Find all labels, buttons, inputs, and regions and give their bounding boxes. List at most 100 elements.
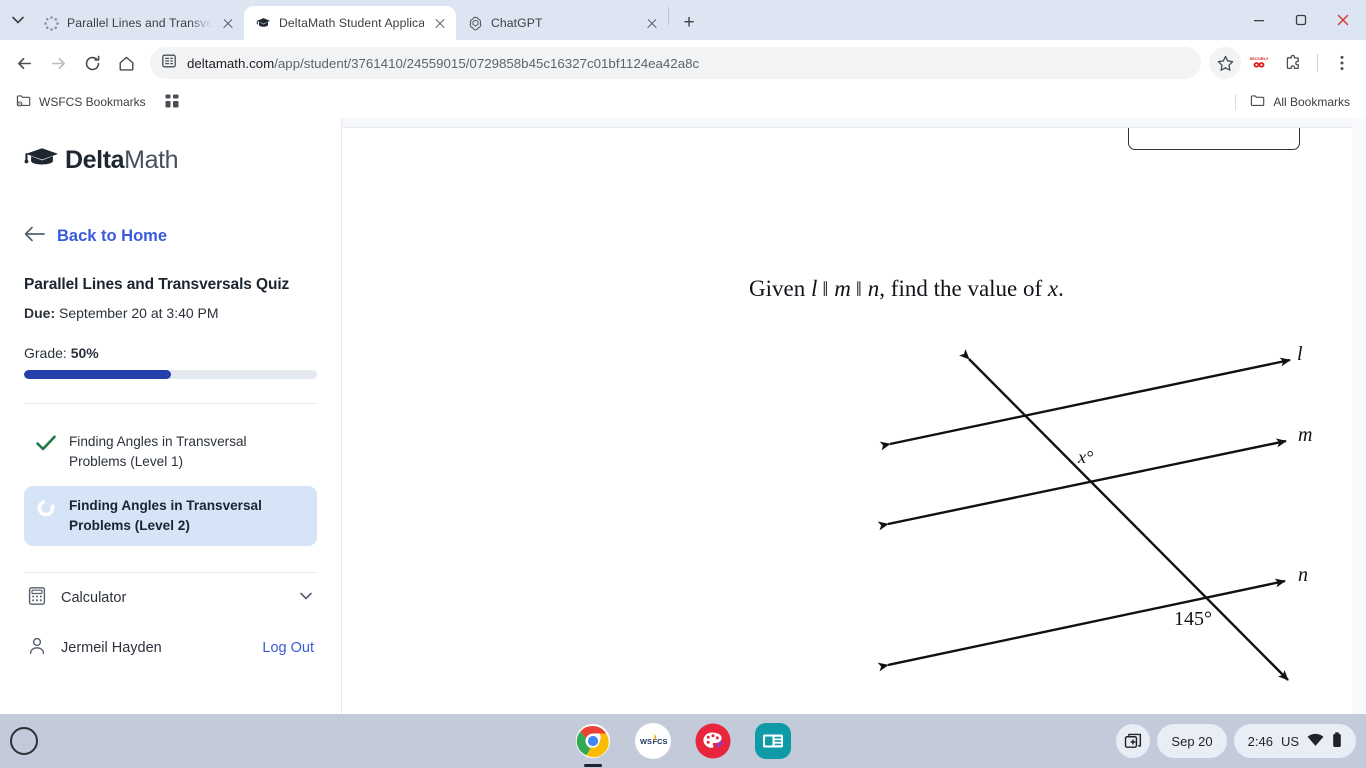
page-scrollbar[interactable] — [1352, 118, 1366, 714]
tab-title: ChatGPT — [491, 16, 543, 30]
date-tray[interactable]: Sep 20 — [1157, 724, 1227, 758]
chromeos-shelf: WS FCS Sep 20 2:46 US — [0, 714, 1366, 768]
browser-tab-2[interactable]: ChatGPT — [456, 6, 668, 40]
svg-text:SECURLY: SECURLY — [1250, 56, 1269, 61]
tab-strip: Parallel Lines and Transversals DeltaMat… — [0, 0, 1366, 40]
browser-tab-0[interactable]: Parallel Lines and Transversals — [32, 6, 244, 40]
url-domain: deltamath.com — [187, 55, 275, 71]
securly-extension-icon[interactable]: SECURLY — [1243, 47, 1275, 79]
task-list: Finding Angles in Transversal Problems (… — [24, 422, 317, 547]
due-value: September 20 at 3:40 PM — [59, 305, 219, 321]
wsfcs-icon[interactable]: WS FCS — [635, 723, 671, 759]
battery-icon — [1332, 731, 1342, 751]
label-m: m — [1298, 424, 1312, 446]
close-icon[interactable] — [1322, 4, 1364, 36]
question-period: . — [1058, 276, 1064, 301]
due-date: Due: September 20 at 3:40 PM — [24, 305, 317, 321]
toolbar-right-icons: SECURLY — [1209, 47, 1358, 79]
bookmarks-bar-right: All Bookmarks — [1235, 90, 1356, 115]
shelf-locale: US — [1280, 733, 1299, 749]
omnibox[interactable]: deltamath.com/app/student/3761410/245590… — [150, 47, 1201, 79]
home-icon[interactable] — [110, 47, 142, 79]
question-suffix: , find the value of — [879, 276, 1043, 301]
arrow-left-icon — [24, 225, 46, 248]
parallel-line-l — [879, 357, 1291, 451]
all-bookmarks-label: All Bookmarks — [1273, 95, 1350, 109]
back-to-home-link[interactable]: Back to Home — [24, 225, 317, 248]
svg-text:WS: WS — [640, 737, 652, 746]
screen-capture-icon[interactable] — [1116, 724, 1151, 758]
task-label: Finding Angles in Transversal Problems (… — [69, 434, 247, 470]
back-to-home-label: Back to Home — [57, 227, 168, 245]
minimize-icon[interactable] — [1238, 4, 1280, 36]
paint-app-icon[interactable] — [695, 723, 731, 759]
bookmark-apps-grid[interactable] — [158, 90, 186, 115]
user-icon — [27, 636, 47, 660]
reload-icon[interactable] — [76, 47, 108, 79]
tab-search-button[interactable] — [4, 0, 32, 40]
user-name: Jermeil Hayden — [61, 640, 162, 657]
extensions-puzzle-icon[interactable] — [1277, 47, 1309, 79]
deltamath-logo[interactable]: DeltaMath — [24, 118, 317, 176]
tab-title: DeltaMath Student Application — [279, 16, 424, 30]
bookmark-label: WSFCS Bookmarks — [39, 95, 146, 109]
toolbar-divider — [1317, 54, 1318, 72]
browser-toolbar: deltamath.com/app/student/3761410/245590… — [0, 40, 1366, 86]
chrome-menu-icon[interactable] — [1326, 47, 1358, 79]
browser-window: Parallel Lines and Transversals DeltaMat… — [0, 0, 1366, 714]
browser-tab-1[interactable]: DeltaMath Student Application — [244, 6, 456, 40]
sidebar-divider-top — [24, 403, 317, 404]
url-path: /app/student/3761410/24559015/0729858b45… — [274, 55, 700, 71]
system-tray: Sep 20 2:46 US — [1116, 724, 1356, 758]
sidebar: DeltaMath Back to Home Parallel Lines an… — [0, 118, 342, 714]
grade-progress-fill — [24, 370, 171, 379]
chevron-down-icon[interactable] — [298, 588, 314, 608]
grade-value: 50% — [70, 345, 99, 361]
shelf-date: Sep 20 — [1171, 733, 1213, 749]
tab-divider — [668, 7, 669, 25]
parallel-line-n — [877, 578, 1286, 672]
tab-title: Parallel Lines and Transversals — [67, 16, 212, 30]
grade-row: Grade: 50% — [24, 345, 317, 361]
launcher-icon[interactable] — [10, 727, 38, 755]
address-bar-text: deltamath.com/app/student/3761410/245590… — [187, 56, 699, 71]
new-tab-button[interactable]: + — [675, 9, 703, 37]
all-bookmarks-button[interactable]: All Bookmarks — [1244, 90, 1356, 115]
logo-light: Math — [124, 145, 179, 174]
forward-icon[interactable] — [42, 47, 74, 79]
question-line-m: m — [834, 276, 851, 301]
back-icon[interactable] — [8, 47, 40, 79]
bookmark-star-icon[interactable] — [1209, 47, 1241, 79]
logo-text: DeltaMath — [65, 145, 179, 175]
tab-close-icon[interactable] — [220, 15, 236, 31]
transversal-diagram: l m n x° 145° — [842, 328, 1342, 713]
folder-settings-icon — [16, 93, 32, 112]
window-controls — [1238, 4, 1366, 36]
bookmarks-divider — [1235, 94, 1237, 110]
grade-progress-bar — [24, 370, 317, 379]
chrome-icon[interactable] — [575, 723, 611, 759]
shelf-app-icons: WS FCS — [575, 723, 791, 759]
tab-close-icon[interactable] — [644, 15, 660, 31]
task-item-level-2[interactable]: Finding Angles in Transversal Problems (… — [24, 486, 317, 547]
scrolled-off-button[interactable] — [1128, 128, 1300, 150]
wifi-icon — [1307, 733, 1324, 750]
angle-label-x: x° — [1077, 447, 1093, 467]
page-viewport: DeltaMath Back to Home Parallel Lines an… — [0, 118, 1366, 714]
tab-close-icon[interactable] — [432, 15, 448, 31]
parallel-symbol-1: ‖ — [822, 277, 830, 301]
parallel-symbol-2: ‖ — [855, 277, 863, 301]
scrolled-off-text — [365, 128, 369, 143]
calculator-row[interactable]: Calculator — [24, 573, 317, 623]
logout-button[interactable]: Log Out — [262, 640, 314, 656]
site-info-icon[interactable] — [161, 53, 177, 74]
status-tray[interactable]: 2:46 US — [1233, 724, 1356, 758]
graduation-cap-icon — [255, 15, 271, 31]
presentation-app-icon[interactable] — [755, 723, 791, 759]
folder-icon — [1250, 93, 1266, 112]
task-item-level-1[interactable]: Finding Angles in Transversal Problems (… — [24, 422, 317, 482]
maximize-icon[interactable] — [1280, 4, 1322, 36]
bookmark-wsfcs[interactable]: WSFCS Bookmarks — [10, 90, 152, 115]
calculator-label: Calculator — [61, 590, 127, 607]
label-n: n — [1298, 564, 1308, 586]
